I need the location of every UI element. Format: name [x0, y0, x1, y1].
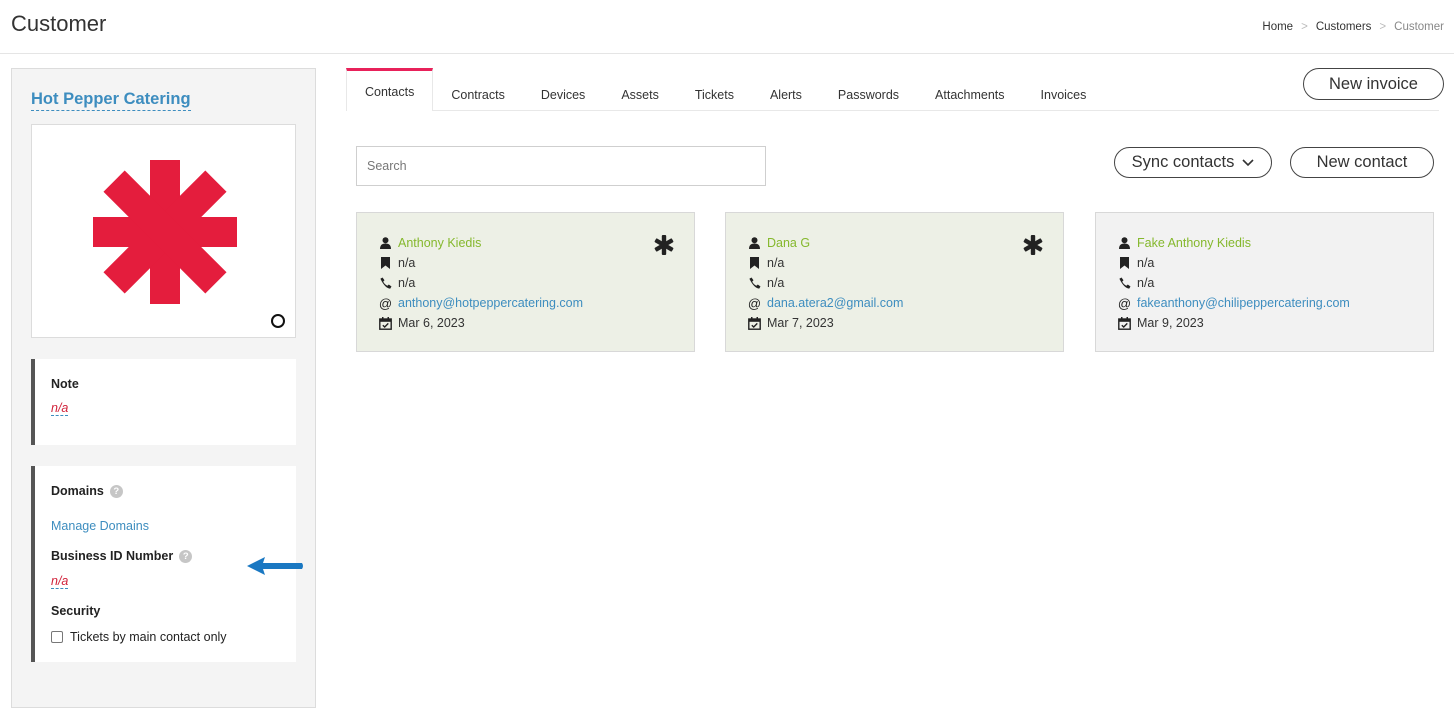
contact-email[interactable]: dana.atera2@gmail.com	[767, 296, 903, 310]
contact-card[interactable]: Fake Anthony Kiedis n/a n/a @ fakeanthon…	[1095, 212, 1434, 352]
contact-date: Mar 9, 2023	[1137, 316, 1204, 330]
business-id-value[interactable]: n/a	[51, 574, 69, 589]
calendar-icon	[748, 316, 761, 330]
at-icon: @	[378, 295, 393, 311]
phone-icon	[379, 277, 392, 289]
calendar-icon	[1118, 316, 1131, 330]
asterisk-icon[interactable]	[654, 235, 674, 255]
new-invoice-button[interactable]: New invoice	[1303, 68, 1444, 100]
domains-label-text: Domains	[51, 484, 104, 498]
user-icon	[379, 237, 392, 249]
note-panel: Note n/a	[31, 359, 296, 445]
phone-icon	[748, 277, 761, 289]
header-divider	[0, 53, 1454, 54]
customer-sidebar: Hot Pepper Catering Note n/a Domains? Ma…	[11, 68, 316, 708]
contact-email[interactable]: anthony@hotpeppercatering.com	[398, 296, 583, 310]
tab-attachments[interactable]: Attachments	[917, 68, 1022, 111]
contact-phone: n/a	[1137, 276, 1155, 290]
tab-passwords[interactable]: Passwords	[820, 68, 917, 111]
user-icon	[748, 237, 761, 249]
security-label: Security	[51, 604, 101, 618]
chevron-down-icon	[1242, 158, 1254, 166]
tab-invoices[interactable]: Invoices	[1023, 68, 1105, 111]
at-icon: @	[1117, 295, 1132, 311]
contact-search-input[interactable]	[356, 146, 766, 186]
contact-phone: n/a	[398, 276, 416, 290]
contact-card[interactable]: Dana G n/a n/a @ dana.atera2@gmail.com M…	[725, 212, 1064, 352]
contact-title: n/a	[1137, 256, 1155, 270]
sync-contacts-button[interactable]: Sync contacts	[1114, 147, 1272, 178]
note-label: Note	[51, 377, 79, 391]
help-icon[interactable]: ?	[109, 485, 123, 498]
tab-contacts[interactable]: Contacts	[346, 68, 434, 111]
asterisk-icon[interactable]	[1023, 235, 1043, 255]
customer-logo-box	[31, 124, 296, 338]
breadcrumb-separator: >	[1301, 21, 1308, 33]
customer-tabs: Contacts Contracts Devices Assets Ticket…	[346, 68, 1104, 111]
contact-date: Mar 6, 2023	[398, 316, 465, 330]
contact-title: n/a	[767, 256, 785, 270]
contact-phone: n/a	[767, 276, 785, 290]
customer-name[interactable]: Hot Pepper Catering	[31, 90, 191, 111]
tab-assets[interactable]: Assets	[603, 68, 677, 111]
tickets-main-contact-label: Tickets by main contact only	[70, 630, 227, 644]
bookmark-icon	[1118, 257, 1131, 269]
breadcrumb-current: Customer	[1394, 21, 1444, 33]
callout-arrow-icon	[247, 557, 303, 575]
contact-email[interactable]: fakeanthony@chilipeppercatering.com	[1137, 296, 1350, 310]
contact-name[interactable]: Fake Anthony Kiedis	[1137, 236, 1251, 250]
tab-contracts[interactable]: Contracts	[433, 68, 523, 111]
bookmark-icon	[379, 257, 392, 269]
phone-icon	[1118, 277, 1131, 289]
business-id-label: Business ID Number?	[51, 549, 193, 563]
customer-logo	[93, 160, 237, 304]
tickets-main-contact-option[interactable]: Tickets by main contact only	[51, 630, 227, 644]
logo-edit-circle-icon[interactable]	[271, 314, 285, 328]
contact-name[interactable]: Dana G	[767, 236, 810, 250]
breadcrumb-separator: >	[1379, 21, 1387, 33]
calendar-icon	[379, 316, 392, 330]
new-contact-button[interactable]: New contact	[1290, 147, 1434, 178]
breadcrumb-home[interactable]: Home	[1262, 21, 1293, 33]
contact-date: Mar 7, 2023	[767, 316, 834, 330]
help-icon[interactable]: ?	[179, 550, 193, 563]
bookmark-icon	[748, 257, 761, 269]
note-value[interactable]: n/a	[51, 401, 69, 416]
tickets-main-contact-checkbox[interactable]	[51, 631, 63, 643]
tab-devices[interactable]: Devices	[523, 68, 603, 111]
page-title: Customer	[11, 11, 107, 36]
business-id-label-text: Business ID Number	[51, 549, 174, 563]
user-icon	[1118, 237, 1131, 249]
manage-domains-link[interactable]: Manage Domains	[51, 519, 149, 533]
contact-title: n/a	[398, 256, 416, 270]
at-icon: @	[747, 295, 762, 311]
tab-tickets[interactable]: Tickets	[677, 68, 752, 111]
contact-name[interactable]: Anthony Kiedis	[398, 236, 481, 250]
tab-alerts[interactable]: Alerts	[752, 68, 820, 111]
breadcrumb-customers[interactable]: Customers	[1316, 21, 1372, 33]
domains-label: Domains?	[51, 484, 123, 498]
contact-card[interactable]: Anthony Kiedis n/a n/a @ anthony@hotpepp…	[356, 212, 695, 352]
sync-contacts-label: Sync contacts	[1131, 153, 1235, 171]
breadcrumb: Home > Customers > Customer	[1262, 21, 1444, 33]
